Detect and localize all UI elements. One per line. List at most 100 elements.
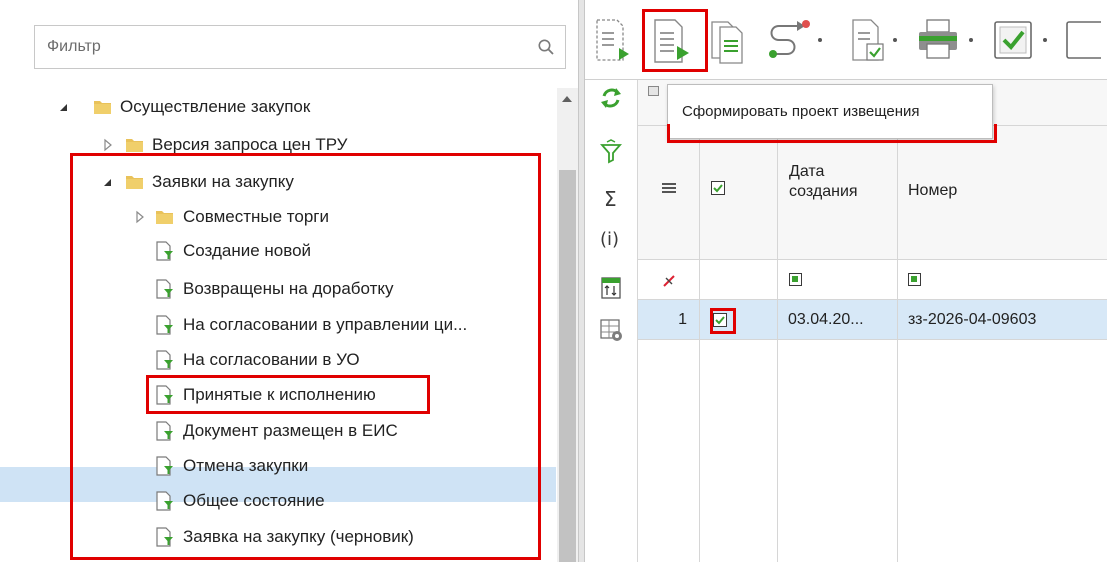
filter-funnel-icon[interactable] xyxy=(597,138,625,166)
tree-node-cancel[interactable]: Отмена закупки xyxy=(0,449,556,483)
row-doc-number: зз-2026-04-09603 xyxy=(908,311,1037,328)
row-date: 03.04.20... xyxy=(788,311,864,328)
documents-grid: Дата создания Номер 1 03.04.20... зз-202… xyxy=(638,80,1107,562)
tree-node-general-state[interactable]: Общее состояние xyxy=(0,484,556,518)
document-filter-icon xyxy=(156,456,173,476)
column-header-label: Номер xyxy=(908,182,958,199)
checkbox-check-icon xyxy=(994,21,1032,59)
dropdown-dot-icon[interactable] xyxy=(1043,38,1047,42)
generate-notice-button[interactable] xyxy=(649,12,693,66)
check-icon xyxy=(715,316,725,325)
tree-node-create-new[interactable]: Создание новой xyxy=(0,234,556,268)
copy-documents-icon xyxy=(711,21,743,64)
svg-text:Σ: Σ xyxy=(604,187,617,211)
tree-node-label: Документ размещен в ЕИС xyxy=(183,421,398,440)
info-icon[interactable]: (i) xyxy=(597,224,625,252)
row-select-cell[interactable] xyxy=(700,300,778,340)
filter-toggle-icon[interactable] xyxy=(908,273,921,286)
approve-document-button[interactable] xyxy=(847,12,891,66)
print-button[interactable] xyxy=(913,12,965,66)
tree-node-purchase-requests[interactable]: Заявки на закупку xyxy=(0,165,556,199)
expand-arrow-icon[interactable] xyxy=(102,128,114,162)
tree-node-returned[interactable]: Возвращены на доработку xyxy=(0,272,556,306)
dropdown-dot-icon[interactable] xyxy=(818,38,822,42)
more-toolbar-button[interactable] xyxy=(1061,12,1101,66)
tree-node-label: Заявка на закупку (черновик) xyxy=(183,527,414,546)
confirm-button[interactable] xyxy=(989,12,1039,66)
row-checkbox[interactable] xyxy=(713,313,727,327)
tree-node-approval-mgmt[interactable]: На согласовании в управлении ци... xyxy=(0,308,556,342)
collapse-arrow-icon[interactable] xyxy=(58,90,70,124)
row-number: 1 xyxy=(678,311,687,328)
tree-node-label: На согласовании в управлении ци... xyxy=(183,315,468,334)
tree-node-label: Заявки на закупку xyxy=(152,172,294,191)
partial-toolbar-icon xyxy=(1066,21,1101,59)
column-header-date[interactable]: Дата создания xyxy=(778,126,898,260)
clear-filter-cell[interactable] xyxy=(638,260,700,300)
printer-icon xyxy=(919,19,957,59)
tree-node-label: Возвращены на доработку xyxy=(183,279,394,298)
row-menu-header[interactable] xyxy=(638,126,700,260)
grid-column-divider xyxy=(897,340,898,562)
row-number-value-cell[interactable]: зз-2026-04-09603 xyxy=(898,300,1107,340)
sum-sigma-icon[interactable]: Σ xyxy=(597,184,625,212)
select-all-checkbox[interactable] xyxy=(711,181,725,195)
folder-icon xyxy=(94,101,111,114)
sort-table-icon[interactable] xyxy=(597,274,625,302)
tree-scrollbar[interactable] xyxy=(557,88,578,562)
collapse-arrow-icon[interactable] xyxy=(102,165,114,199)
menu-lines-icon[interactable] xyxy=(662,182,676,194)
grid-settings-icon[interactable] xyxy=(597,316,625,344)
search-icon[interactable] xyxy=(537,38,555,56)
tree-node-published-eis[interactable]: Документ размещен в ЕИС xyxy=(0,414,556,448)
column-header-number[interactable]: Номер xyxy=(898,126,1107,260)
grid-column-divider xyxy=(777,340,778,562)
filter-cell-select[interactable] xyxy=(700,260,778,300)
clear-filter-icon[interactable] xyxy=(662,274,676,288)
document-filter-icon xyxy=(156,527,173,547)
svg-text:(i): (i) xyxy=(600,229,619,250)
check-icon xyxy=(713,184,723,193)
tree-view: Осуществление закупок Версия запроса цен… xyxy=(0,90,556,562)
tree-node-draft[interactable]: Заявка на закупку (черновик) xyxy=(0,520,556,554)
tree-node-approval-uo[interactable]: На согласовании в УО xyxy=(0,343,556,377)
expand-arrow-icon[interactable] xyxy=(134,200,146,234)
filter-field[interactable] xyxy=(34,25,566,69)
tree-node-label: Создание новой xyxy=(183,241,312,260)
document-check-icon xyxy=(852,19,884,61)
column-chooser-icon[interactable] xyxy=(648,86,659,96)
tree-node-joint-tenders[interactable]: Совместные торги xyxy=(0,200,556,234)
select-all-header[interactable] xyxy=(700,126,778,260)
filter-input[interactable] xyxy=(35,26,515,68)
copy-document-button[interactable] xyxy=(707,12,751,66)
dropdown-dot-icon[interactable] xyxy=(969,38,973,42)
tree-node-label: На согласовании в УО xyxy=(183,350,360,369)
route-icon xyxy=(769,20,810,58)
document-filter-icon xyxy=(156,350,173,370)
filter-cell-number[interactable] xyxy=(898,260,1107,300)
tooltip: Сформировать проект извещения xyxy=(667,84,993,139)
tree-node-label: Осуществление закупок xyxy=(120,97,311,116)
tree-node-label: Общее состояние xyxy=(183,491,325,510)
filter-cell-date[interactable] xyxy=(778,260,898,300)
document-filter-icon xyxy=(156,491,173,511)
scroll-up-arrow-icon[interactable] xyxy=(562,96,572,102)
tree-node-procurement[interactable]: Осуществление закупок xyxy=(0,90,556,124)
row-date-cell[interactable]: 03.04.20... xyxy=(778,300,898,340)
row-number-cell[interactable]: 1 xyxy=(638,300,700,340)
doc-run-button[interactable] xyxy=(593,12,633,66)
document-filter-icon xyxy=(156,279,173,299)
document-filter-icon xyxy=(156,315,173,335)
toolbar xyxy=(585,0,1107,80)
dropdown-dot-icon[interactable] xyxy=(893,38,897,42)
refresh-icon[interactable] xyxy=(597,84,625,112)
document-run-icon xyxy=(596,19,629,61)
tree-node-price-request[interactable]: Версия запроса цен ТРУ xyxy=(0,128,556,162)
scrollbar-thumb[interactable] xyxy=(559,170,576,562)
navigation-tree-panel: Осуществление закупок Версия запроса цен… xyxy=(0,0,578,562)
filter-toggle-icon[interactable] xyxy=(789,273,802,286)
tree-node-label: Совместные торги xyxy=(183,207,329,226)
panel-splitter[interactable] xyxy=(578,0,585,562)
workflow-route-button[interactable] xyxy=(765,12,815,66)
tree-node-accepted[interactable]: Принятые к исполнению xyxy=(0,378,556,412)
